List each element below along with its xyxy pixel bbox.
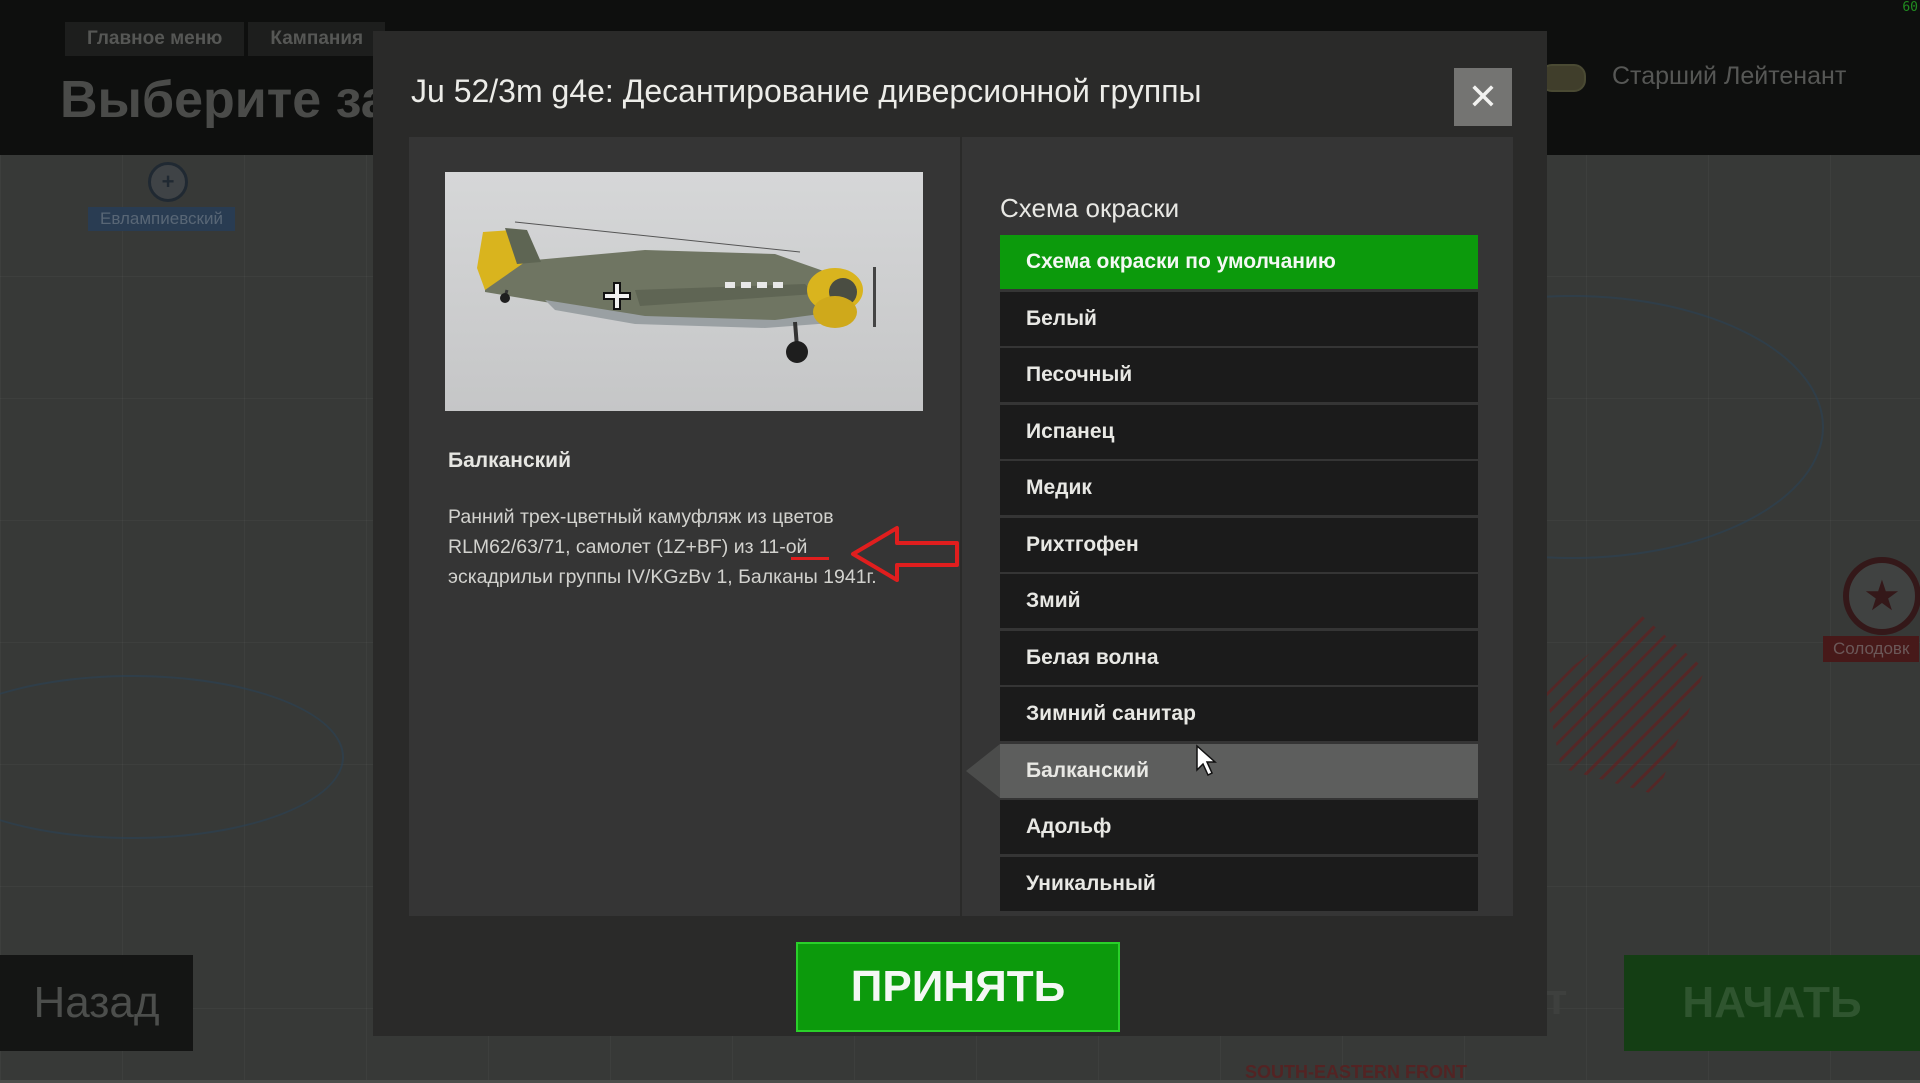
paint-scheme-label: Уникальный	[1026, 871, 1156, 895]
skin-select-dialog: Ju 52/3m g4e: Десантирование диверсионно…	[373, 31, 1547, 1036]
paint-scheme-item[interactable]: Адольф	[1000, 800, 1478, 854]
selected-skin-name: Балканский	[448, 449, 571, 472]
paint-scheme-label: Балканский	[1026, 758, 1149, 782]
description-line: RLM62/63/71, самолет (1Z+BF) из 11-ой	[448, 536, 808, 558]
paint-scheme-label: Рихтгофен	[1026, 532, 1139, 556]
paint-scheme-item[interactable]: Белый	[1000, 291, 1478, 346]
paint-scheme-heading: Схема окраски	[1000, 193, 1180, 223]
paint-scheme-list: Схема окраски по умолчанию Белый Песочный И…	[966, 235, 1478, 913]
paint-scheme-item[interactable]: Белая волна	[1000, 630, 1478, 685]
paint-scheme-item[interactable]: Медик	[1000, 461, 1478, 515]
close-icon: ✕	[1467, 76, 1499, 117]
paint-scheme-label: Медик	[1026, 476, 1092, 499]
dialog-content: Балканский Ранний трех-цветный камуфляж …	[409, 137, 1513, 916]
aircraft-preview-image	[445, 172, 923, 411]
paint-scheme-item[interactable]: Схема окраски по умолчанию	[1000, 235, 1478, 289]
paint-scheme-label: Белый	[1026, 306, 1097, 330]
paint-scheme-item[interactable]: Рихтгофен	[1000, 517, 1478, 572]
description-line: эскадрильи группы IV/KGzBv 1, Балканы 19…	[448, 566, 877, 588]
accept-button[interactable]: ПРИНЯТЬ	[796, 942, 1120, 1032]
aircraft-icon	[477, 221, 876, 363]
paint-scheme-label: Адольф	[1026, 815, 1112, 838]
paint-scheme-item[interactable]: Змий	[1000, 574, 1478, 628]
paint-scheme-label: Зимний санитар	[1026, 702, 1196, 725]
paint-scheme-label: Белая волна	[1026, 645, 1159, 669]
paint-scheme-label: Змий	[1026, 589, 1081, 612]
close-button[interactable]: ✕	[1454, 68, 1512, 126]
dialog-title: Ju 52/3m g4e: Десантирование диверсионно…	[411, 73, 1202, 109]
paint-scheme-label: Схема окраски по умолчанию	[1026, 250, 1336, 273]
description-line: Ранний трех-цветный камуфляж из цветов	[448, 506, 834, 528]
paint-scheme-item[interactable]: Уникальный	[1000, 856, 1478, 911]
mouse-cursor-icon	[1196, 744, 1217, 777]
selected-skin-description: Ранний трех-цветный камуфляж из цветов R…	[448, 502, 918, 592]
annotation-underline	[791, 557, 829, 560]
paint-scheme-item[interactable]: Песочный	[1000, 348, 1478, 402]
paint-scheme-label: Песочный	[1026, 363, 1133, 386]
paint-scheme-item[interactable]: Балканский	[966, 743, 1478, 798]
paint-scheme-label: Испанец	[1026, 419, 1115, 443]
paint-scheme-item[interactable]: Зимний санитар	[1000, 687, 1478, 741]
paint-scheme-item[interactable]: Испанец	[1000, 404, 1478, 459]
annotation-arrow-icon	[851, 526, 959, 582]
panel-divider	[960, 137, 962, 916]
